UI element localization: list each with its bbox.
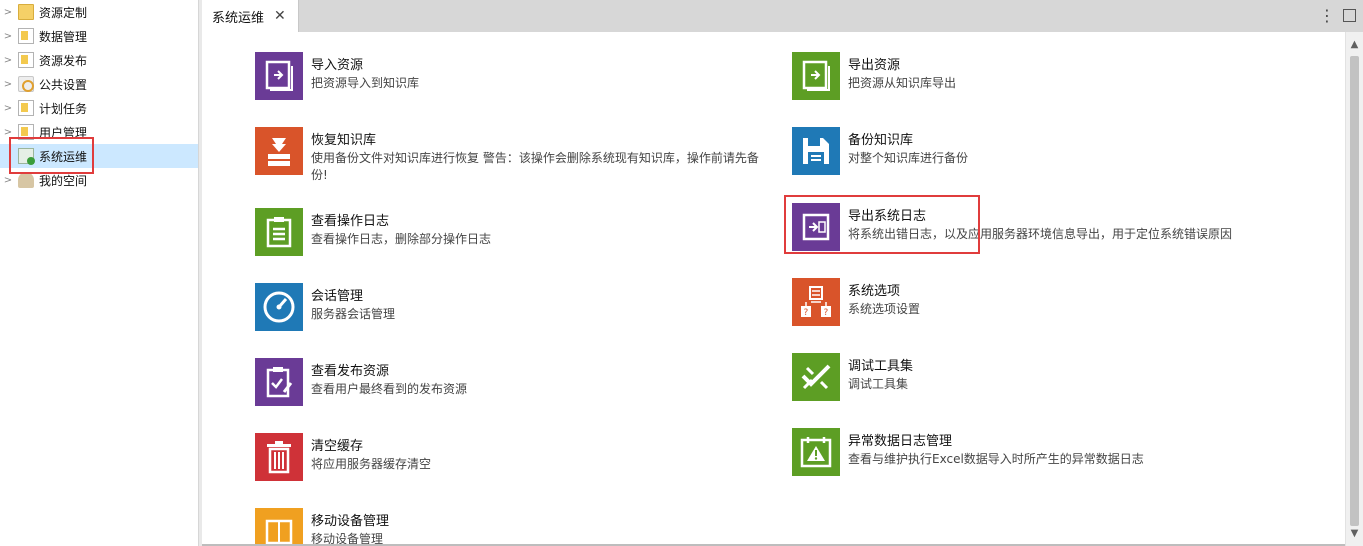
card-title: 导出资源: [848, 58, 901, 73]
tree-item-user-management[interactable]: > 用户管理: [0, 120, 198, 144]
mobile-icon: [255, 508, 303, 546]
expand-arrow-icon[interactable]: >: [1, 127, 15, 138]
card-description: 将应用服务器缓存清空: [311, 457, 432, 471]
options-icon: ??: [792, 278, 840, 326]
card-description: 查看与维护执行Excel数据导入时所产生的异常数据日志: [848, 452, 1144, 466]
tree-item-my-space[interactable]: > 我的空间: [0, 168, 198, 192]
card-description: 系统选项设置: [848, 302, 921, 316]
card-title: 会话管理: [311, 289, 364, 304]
card-title: 备份知识库: [848, 133, 914, 148]
card-title: 查看操作日志: [311, 214, 390, 229]
svg-text:?: ?: [824, 308, 829, 318]
expand-arrow-icon[interactable]: >: [1, 55, 15, 66]
tree-item-scheduled-tasks[interactable]: > 计划任务: [0, 96, 198, 120]
card-description: 把资源导入到知识库: [311, 76, 420, 90]
expand-arrow-icon[interactable]: >: [1, 31, 15, 42]
svg-text:?: ?: [804, 308, 809, 318]
system-maintenance-icon: [18, 148, 35, 165]
card-description: 把资源从知识库导出: [848, 76, 957, 90]
tree-item-data-management[interactable]: > 数据管理: [0, 24, 198, 48]
tree-item-label: 用户管理: [39, 125, 88, 140]
tools-icon: [792, 353, 840, 401]
tree-item-label: 公共设置: [39, 77, 88, 92]
card-description: 查看操作日志，删除部分操作日志: [311, 232, 492, 246]
import-icon: [255, 52, 303, 100]
card-title: 移动设备管理: [311, 514, 390, 529]
expand-arrow-icon[interactable]: >: [1, 7, 15, 18]
card-description: 使用备份文件对知识库进行恢复 警告：该操作会删除系统现有知识库，操作前请先备份!: [311, 151, 759, 182]
export-log-icon: [792, 203, 840, 251]
card-description: 服务器会话管理: [311, 307, 396, 321]
close-icon[interactable]: ✕: [274, 8, 286, 24]
trash-icon: [255, 433, 303, 481]
scrollbar-thumb[interactable]: [1350, 56, 1359, 526]
card-title: 异常数据日志管理: [848, 434, 953, 449]
tree-item-resource-publish[interactable]: > 资源发布: [0, 48, 198, 72]
tree-item-label: 系统运维: [39, 149, 88, 164]
card-description: 查看用户最终看到的发布资源: [311, 382, 468, 396]
card-title: 恢复知识库: [311, 133, 377, 148]
scroll-up-icon[interactable]: ▲: [1346, 36, 1363, 53]
expand-arrow-icon[interactable]: >: [1, 79, 15, 90]
card-backup-repository[interactable]: 备份知识库 对整个知识库进行备份: [792, 127, 1312, 179]
restore-icon: [255, 127, 303, 175]
card-mobile-device-management[interactable]: 移动设备管理 移动设备管理: [255, 508, 775, 546]
card-title: 调试工具集: [848, 359, 914, 374]
tree-item-label: 计划任务: [39, 101, 88, 116]
nav-tree: > 资源定制 > 数据管理 > 资源发布 > 公共设置 > 计划任务 > 用户管…: [0, 0, 199, 546]
save-icon: [792, 127, 840, 175]
tree-item-label: 数据管理: [39, 29, 88, 44]
card-title: 系统选项: [848, 284, 901, 299]
card-export-resource[interactable]: 导出资源 把资源从知识库导出: [792, 52, 1312, 104]
tree-item-system-maintenance[interactable]: 系统运维: [0, 144, 198, 168]
card-title: 导出系统日志: [848, 209, 927, 224]
card-abnormal-data-log-management[interactable]: 异常数据日志管理 查看与维护执行Excel数据导入时所产生的异常数据日志: [792, 428, 1312, 480]
card-description: 调试工具集: [848, 377, 909, 391]
card-description: 将系统出错日志，以及应用服务器环境信息导出，用于定位系统错误原因: [848, 227, 1233, 241]
tree-item-resource-custom[interactable]: > 资源定制: [0, 0, 198, 24]
card-view-operation-log[interactable]: 查看操作日志 查看操作日志，删除部分操作日志: [255, 208, 775, 260]
user-icon: [18, 172, 34, 188]
warning-icon: [792, 428, 840, 476]
gauge-icon: [255, 283, 303, 331]
card-description: 对整个知识库进行备份: [848, 151, 969, 165]
tree-item-label: 资源发布: [39, 53, 88, 68]
card-title: 查看发布资源: [311, 364, 390, 379]
main-panel: 导入资源 把资源导入到知识库 恢复知识库 使用备份文件对知识库进行恢复 警告：该…: [202, 32, 1345, 546]
tree-item-public-settings[interactable]: > 公共设置: [0, 72, 198, 96]
tree-item-label: 资源定制: [39, 5, 88, 20]
card-import-resource[interactable]: 导入资源 把资源导入到知识库: [255, 52, 775, 104]
card-session-management[interactable]: 会话管理 服务器会话管理: [255, 283, 775, 335]
card-export-system-log[interactable]: 导出系统日志 将系统出错日志，以及应用服务器环境信息导出，用于定位系统错误原因: [792, 203, 1312, 255]
card-clear-cache[interactable]: 清空缓存 将应用服务器缓存清空: [255, 433, 775, 485]
expand-arrow-icon[interactable]: >: [1, 103, 15, 114]
checklist-icon: [255, 358, 303, 406]
settings-icon: [18, 76, 34, 92]
card-restore-repository[interactable]: 恢复知识库 使用备份文件对知识库进行恢复 警告：该操作会删除系统现有知识库，操作…: [255, 127, 775, 182]
vertical-scrollbar[interactable]: ▲ ▼: [1345, 32, 1363, 546]
document-icon: [18, 100, 34, 116]
folder-icon: [18, 4, 34, 20]
document-icon: [18, 52, 34, 68]
export-icon: [792, 52, 840, 100]
more-menu-icon[interactable]: ⋮: [1319, 6, 1335, 26]
tree-item-label: 我的空间: [39, 173, 88, 188]
log-icon: [255, 208, 303, 256]
scroll-down-icon[interactable]: ▼: [1346, 525, 1363, 542]
card-system-options[interactable]: ?? 系统选项 系统选项设置: [792, 278, 1312, 330]
card-debug-tools[interactable]: 调试工具集 调试工具集: [792, 353, 1312, 405]
user-management-icon: [18, 124, 34, 140]
tab-system-maintenance[interactable]: 系统运维 ✕: [202, 0, 299, 32]
tab-bar: 系统运维 ✕ ⋮: [202, 0, 1363, 32]
expand-arrow-icon[interactable]: >: [1, 175, 15, 186]
tab-label: 系统运维: [212, 10, 265, 26]
card-title: 导入资源: [311, 58, 364, 73]
document-icon: [18, 28, 34, 44]
card-view-published-resources[interactable]: 查看发布资源 查看用户最终看到的发布资源: [255, 358, 775, 410]
maximize-icon[interactable]: [1343, 9, 1356, 22]
card-title: 清空缓存: [311, 439, 364, 454]
